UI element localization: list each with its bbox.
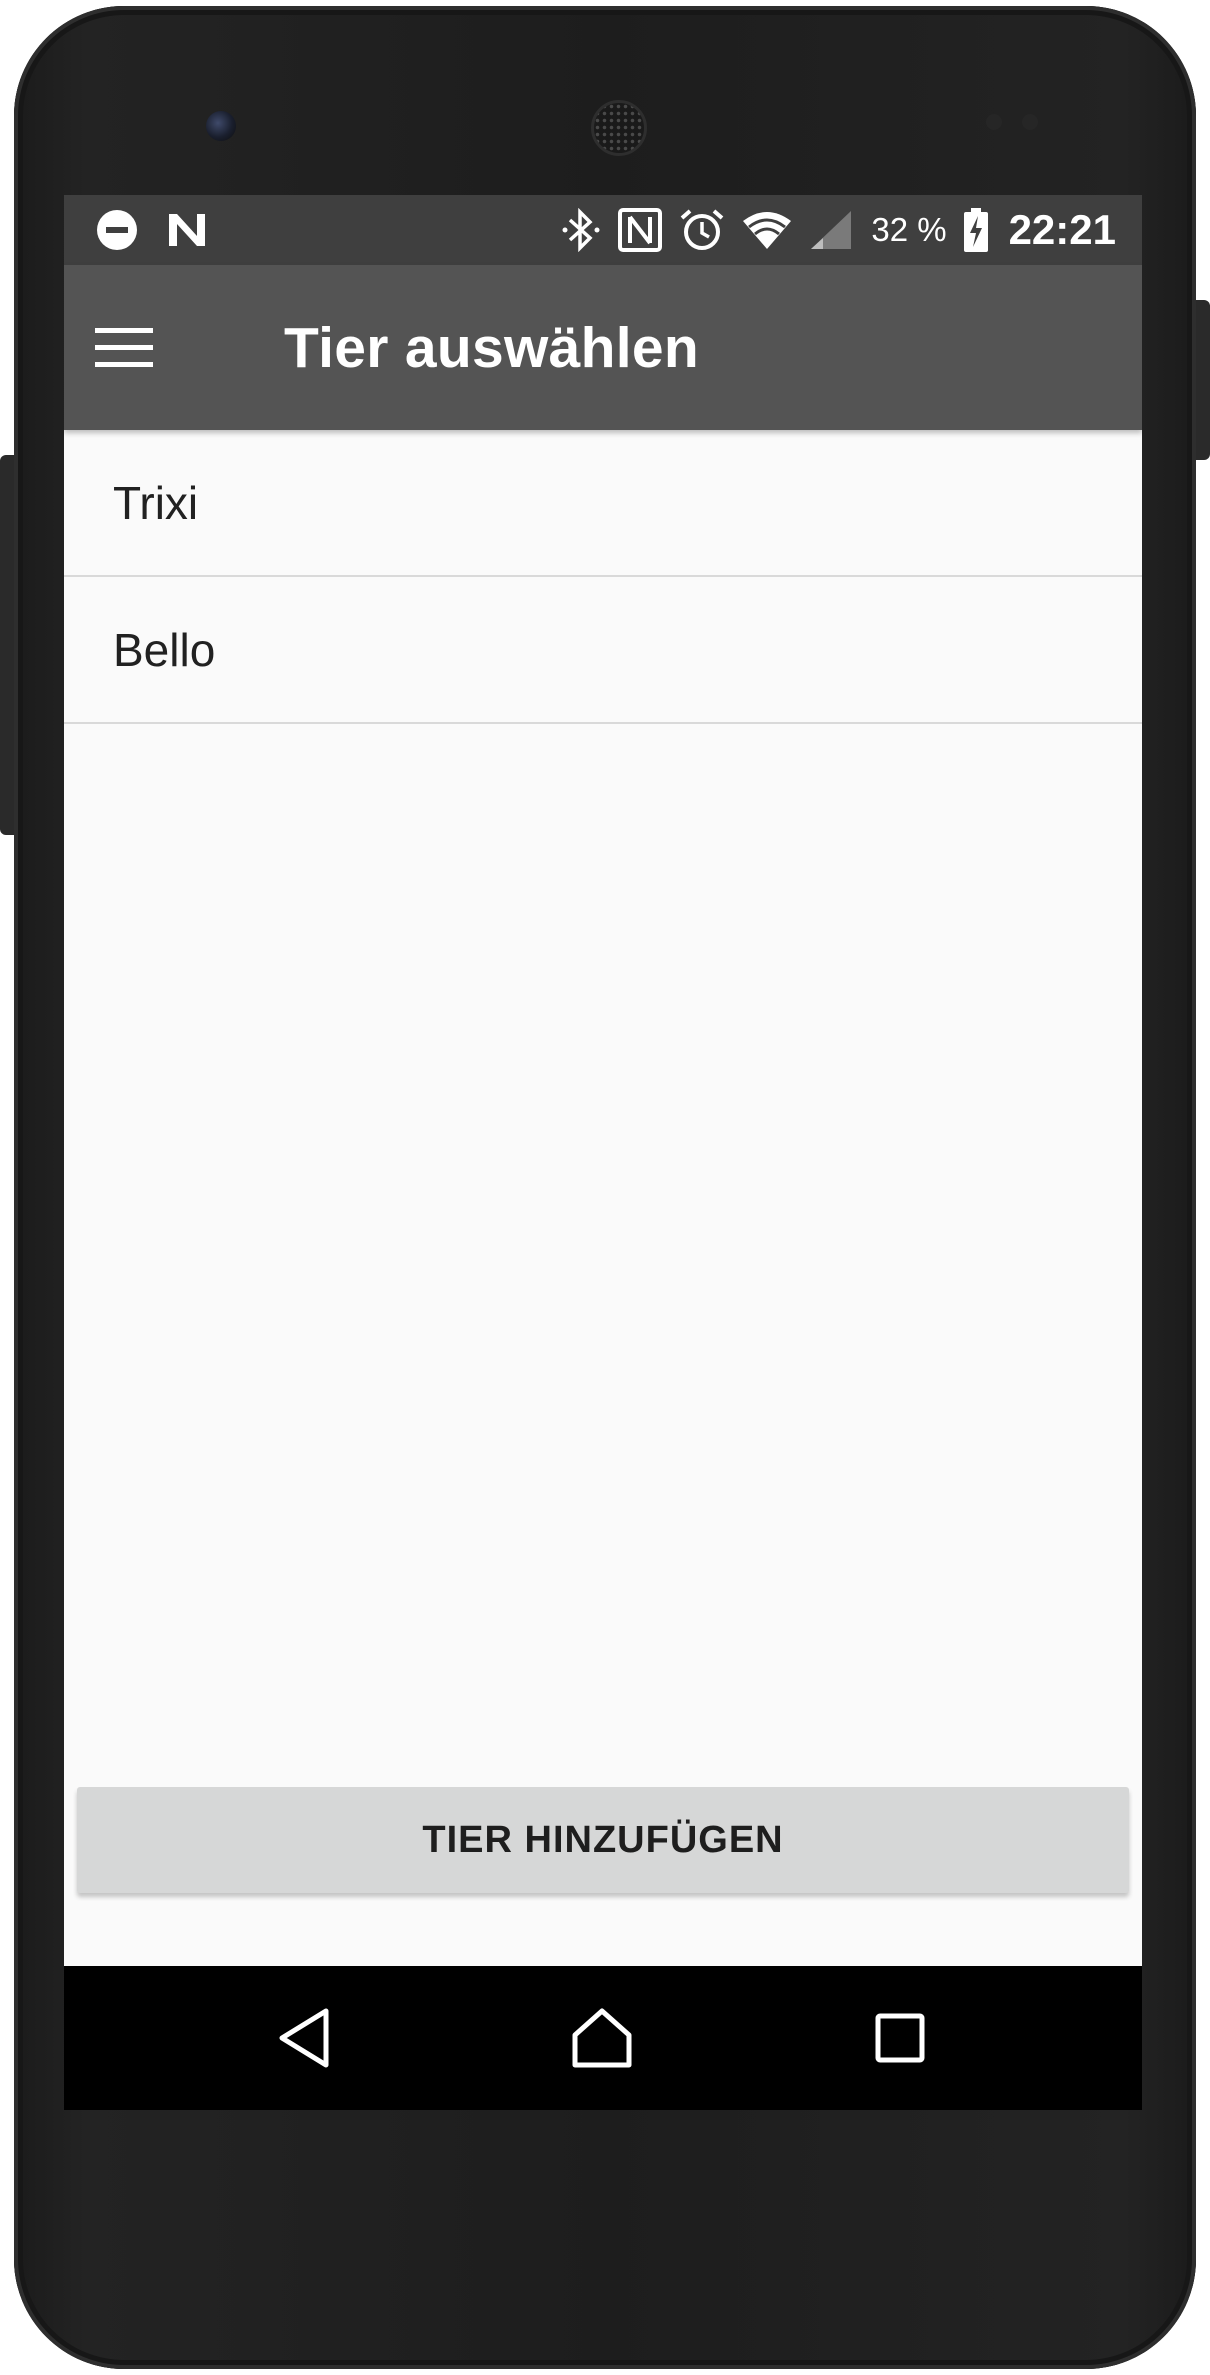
menu-button[interactable] xyxy=(64,265,234,430)
app-toolbar: Tier auswählen xyxy=(64,265,1142,430)
wifi-icon xyxy=(741,209,793,251)
phone-power-button xyxy=(1196,300,1210,460)
light-sensor xyxy=(1022,114,1038,130)
battery-charging-icon xyxy=(963,207,989,253)
page-title: Tier auswählen xyxy=(284,315,699,380)
recent-apps-button[interactable] xyxy=(850,1988,950,2088)
status-clock: 22:21 xyxy=(1008,206,1116,253)
earpiece-speaker xyxy=(591,100,647,156)
recent-apps-icon xyxy=(875,2013,925,2063)
hamburger-menu-icon xyxy=(95,327,153,367)
status-bar: 32 % 22:21 xyxy=(64,195,1142,265)
navigation-bar xyxy=(64,1966,1142,2110)
app-screen: 32 % 22:21 Tier auswählen Trixi Bello TI… xyxy=(64,195,1142,2110)
cell-signal-icon xyxy=(809,209,853,251)
back-button[interactable] xyxy=(254,1988,354,2088)
nfc-icon xyxy=(617,207,663,253)
alarm-icon xyxy=(679,207,725,253)
home-icon xyxy=(572,2008,632,2068)
add-animal-button[interactable]: TIER HINZUFÜGEN xyxy=(77,1787,1129,1893)
home-button[interactable] xyxy=(552,1988,652,2088)
do-not-disturb-icon xyxy=(96,209,138,251)
list-item-bello[interactable]: Bello xyxy=(64,577,1142,724)
battery-percentage: 32 % xyxy=(871,211,947,248)
n-notification-icon xyxy=(166,210,208,250)
animal-list: Trixi Bello xyxy=(64,430,1142,724)
phone-side-button-left xyxy=(0,455,14,835)
back-triangle-icon xyxy=(279,2008,329,2068)
bluetooth-icon xyxy=(561,208,601,252)
list-item-trixi[interactable]: Trixi xyxy=(64,430,1142,577)
front-camera xyxy=(206,111,236,141)
list-item-label: Trixi xyxy=(113,476,199,529)
list-item-label: Bello xyxy=(113,623,216,676)
proximity-sensor xyxy=(986,114,1002,130)
